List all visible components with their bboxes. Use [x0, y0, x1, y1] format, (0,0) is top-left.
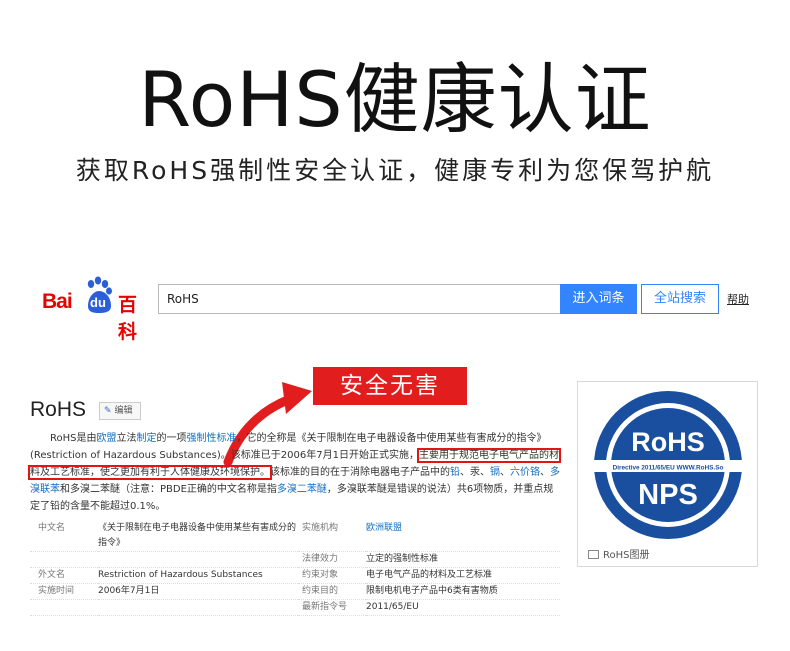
- link-formulate[interactable]: 制定: [136, 433, 156, 444]
- info-value: 电子电气产品的材料及工艺标准: [366, 567, 560, 584]
- para-text: 、: [500, 467, 510, 478]
- search-input[interactable]: RoHS: [158, 284, 560, 314]
- edit-button[interactable]: ✎ 编辑: [99, 402, 141, 420]
- help-link[interactable]: 帮助: [727, 291, 749, 307]
- article-paragraph: RoHS是由欧盟立法制定的一项强制性标准，它的全称是《关于限制在电子电器设备中使…: [28, 430, 561, 515]
- para-text: 的一项: [156, 433, 187, 444]
- logo-du-text: du: [90, 295, 106, 310]
- info-value: 限制电机电子产品中6类有害物质: [366, 583, 560, 600]
- info-key: 实施机构: [298, 521, 366, 552]
- info-key: 约束目的: [298, 583, 366, 600]
- seal-bottom-text: NPS: [638, 479, 698, 511]
- info-value: 立定的强制性标准: [366, 551, 560, 568]
- table-row: 外文名 Restriction of Hazardous Substances …: [30, 567, 560, 584]
- link-cadmium[interactable]: 镉: [490, 467, 500, 478]
- info-value: 2011/65/EU: [366, 599, 560, 616]
- enter-entry-button[interactable]: 进入词条: [560, 284, 637, 314]
- para-text: 、汞、: [460, 467, 490, 478]
- picture-icon: [588, 550, 599, 559]
- rohs-seal-icon: RoHS Directive 2011/65/EU WWW.RoHS.So NP…: [592, 391, 744, 539]
- info-key: 最新指令号: [298, 599, 366, 616]
- info-value-link[interactable]: 欧洲联盟: [366, 521, 560, 552]
- info-value: Restriction of Hazardous Substances: [98, 567, 298, 584]
- article-title: RoHS: [30, 398, 87, 421]
- hero-title: RoHS健康认证: [138, 55, 652, 144]
- info-key: [30, 599, 98, 616]
- para-text: 和多溴二苯醚（注意：PBDE正确的中文名称是指: [60, 484, 277, 495]
- album-card[interactable]: RoHS Directive 2011/65/EU WWW.RoHS.So NP…: [577, 381, 758, 567]
- album-caption-text: RoHS图册: [603, 550, 650, 561]
- para-text: 、: [540, 467, 550, 478]
- baidu-baike-logo[interactable]: Bai du 百科: [40, 274, 152, 343]
- info-key: 实施时间: [30, 583, 98, 600]
- info-value: 《关于限制在电子电器设备中使用某些有害成分的指令》: [98, 521, 298, 552]
- table-row: 实施时间 2006年7月1日 约束目的 限制电机电子产品中6类有害物质: [30, 583, 560, 600]
- pencil-icon: ✎: [104, 406, 112, 416]
- table-row: 最新指令号 2011/65/EU: [30, 599, 560, 616]
- info-table: 中文名 《关于限制在电子电器设备中使用某些有害成分的指令》 实施机构 欧洲联盟 …: [30, 521, 560, 616]
- para-text: RoHS是由: [50, 433, 97, 444]
- info-key: 中文名: [30, 521, 98, 552]
- table-row: 中文名 《关于限制在电子电器设备中使用某些有害成分的指令》 实施机构 欧洲联盟: [30, 521, 560, 552]
- seal-band-text: Directive 2011/65/EU WWW.RoHS.So: [613, 465, 724, 472]
- link-mandatory-standard[interactable]: 强制性标准: [186, 433, 236, 444]
- info-key: 外文名: [30, 567, 98, 584]
- seal-top-text: RoHS: [631, 427, 705, 457]
- logo-baike-text: 百科: [118, 294, 138, 343]
- link-lead[interactable]: 铅: [450, 467, 460, 478]
- info-key: 约束对象: [298, 567, 366, 584]
- link-pbde[interactable]: 多溴二苯醚: [277, 484, 327, 495]
- para-text: 立法: [116, 433, 137, 444]
- link-hexavalent-chromium[interactable]: 六价铬: [510, 467, 540, 478]
- hero-subtitle: 获取RoHS强制性安全认证，健康专利为您保驾护航: [75, 156, 715, 185]
- logo-bai-text: Bai: [42, 290, 73, 313]
- info-value: [98, 599, 298, 616]
- para-text: 该标准的目的在于消除电器电子产品中的: [270, 467, 450, 478]
- safety-badge: 安全无害: [313, 367, 467, 405]
- info-key: 法律效力: [298, 551, 366, 568]
- edit-label: 编辑: [114, 406, 133, 416]
- link-eu[interactable]: 欧盟: [96, 433, 116, 444]
- info-value: 2006年7月1日: [98, 583, 298, 600]
- info-value: [98, 551, 298, 568]
- info-key: [30, 551, 98, 568]
- table-row: 法律效力 立定的强制性标准: [30, 551, 560, 568]
- site-search-button[interactable]: 全站搜索: [641, 284, 719, 314]
- album-caption[interactable]: RoHS图册: [588, 546, 649, 561]
